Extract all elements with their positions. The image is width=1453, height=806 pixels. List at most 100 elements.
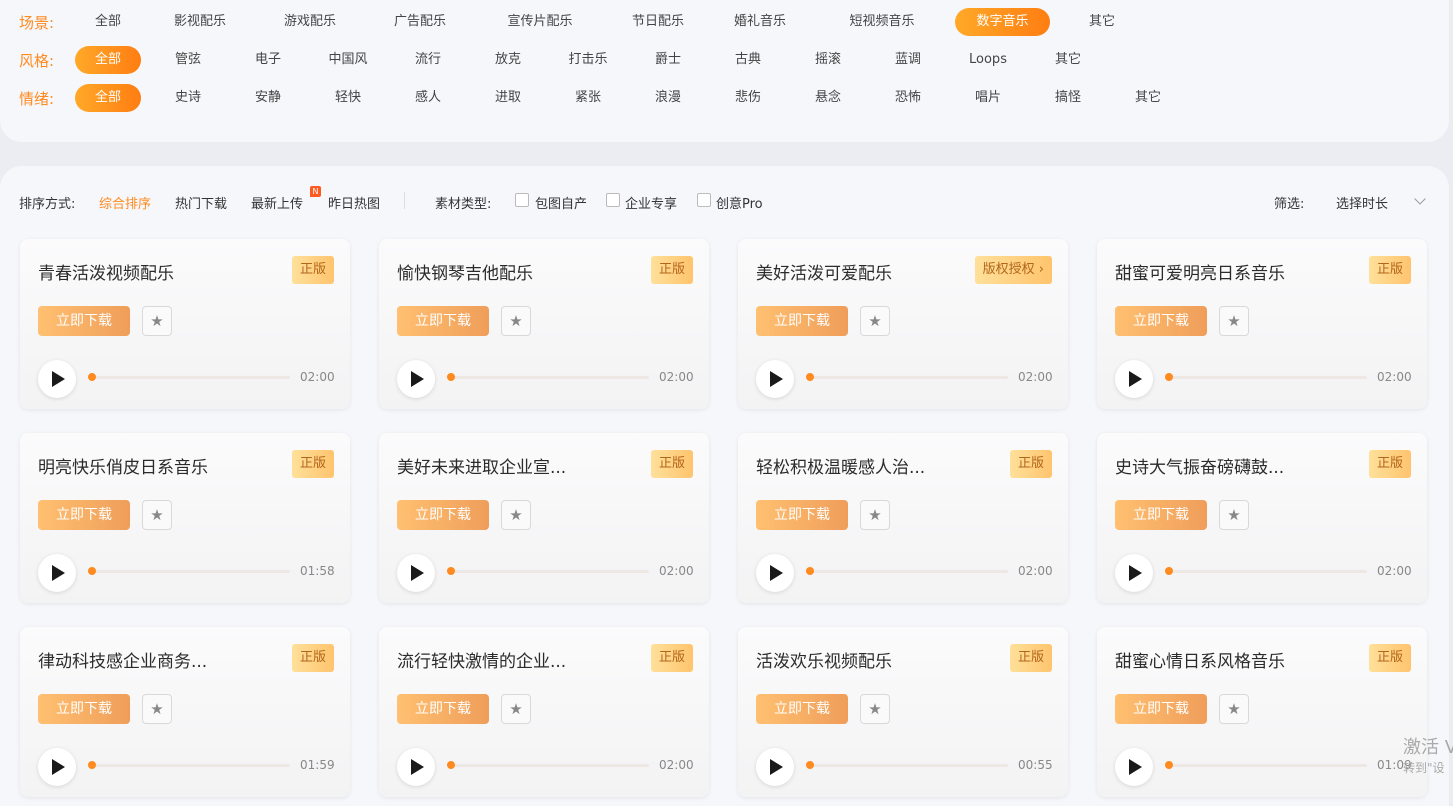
filter-option-scene-7[interactable]: 短视频音乐 bbox=[827, 8, 937, 36]
music-card[interactable]: 愉快钢琴吉他配乐 正版 立即下载 ★ 02:00 bbox=[379, 239, 709, 409]
play-button[interactable] bbox=[38, 748, 76, 786]
play-button[interactable] bbox=[756, 554, 794, 592]
card-title[interactable]: 律动科技感企业商务... bbox=[38, 647, 278, 672]
play-button[interactable] bbox=[1115, 360, 1153, 398]
sort-latest-upload[interactable]: 最新上传 bbox=[251, 193, 303, 212]
filter-option-mood-8[interactable]: 悲伤 bbox=[715, 84, 781, 112]
progress-handle[interactable] bbox=[447, 567, 455, 575]
play-button[interactable] bbox=[1115, 554, 1153, 592]
progress-handle[interactable] bbox=[806, 567, 814, 575]
card-title[interactable]: 史诗大气振奋磅礴鼓... bbox=[1115, 453, 1355, 478]
favorite-button[interactable]: ★ bbox=[1219, 306, 1249, 336]
play-button[interactable] bbox=[397, 748, 435, 786]
filter-option-style-9[interactable]: 摇滚 bbox=[795, 46, 861, 74]
filter-option-mood-2[interactable]: 安静 bbox=[235, 84, 301, 112]
favorite-button[interactable]: ★ bbox=[142, 694, 172, 724]
play-button[interactable] bbox=[397, 360, 435, 398]
play-button[interactable] bbox=[756, 748, 794, 786]
card-title[interactable]: 轻松积极温暖感人治... bbox=[756, 453, 996, 478]
filter-option-mood-3[interactable]: 轻快 bbox=[315, 84, 381, 112]
filter-option-scene-8[interactable]: 数字音乐 bbox=[955, 8, 1050, 36]
filter-option-style-5[interactable]: 放克 bbox=[475, 46, 541, 74]
filter-option-scene-6[interactable]: 婚礼音乐 bbox=[715, 8, 805, 36]
progress-handle[interactable] bbox=[806, 761, 814, 769]
checkbox-pro[interactable] bbox=[697, 193, 711, 207]
progress-track[interactable] bbox=[90, 570, 290, 573]
filter-option-style-11[interactable]: Loops bbox=[955, 46, 1021, 74]
card-title[interactable]: 明亮快乐俏皮日系音乐 bbox=[38, 453, 278, 478]
progress-handle[interactable] bbox=[447, 761, 455, 769]
play-button[interactable] bbox=[1115, 748, 1153, 786]
filter-option-scene-3[interactable]: 广告配乐 bbox=[375, 8, 465, 36]
progress-track[interactable] bbox=[90, 764, 290, 767]
card-title[interactable]: 甜蜜心情日系风格音乐 bbox=[1115, 647, 1355, 672]
play-button[interactable] bbox=[38, 554, 76, 592]
filter-option-mood-11[interactable]: 唱片 bbox=[955, 84, 1021, 112]
music-card[interactable]: 明亮快乐俏皮日系音乐 正版 立即下载 ★ 01:58 bbox=[20, 433, 350, 603]
filter-option-scene-4[interactable]: 宣传片配乐 bbox=[485, 8, 595, 36]
sort-hot-downloads[interactable]: 热门下载 bbox=[175, 193, 227, 212]
sort-yesterday-hot[interactable]: 昨日热图 bbox=[328, 193, 380, 212]
license-badge[interactable]: 版权授权 › bbox=[974, 256, 1052, 284]
filter-option-scene-1[interactable]: 影视配乐 bbox=[155, 8, 245, 36]
filter-option-style-10[interactable]: 蓝调 bbox=[875, 46, 941, 74]
progress-handle[interactable] bbox=[88, 567, 96, 575]
card-title[interactable]: 流行轻快激情的企业... bbox=[397, 647, 637, 672]
filter-option-mood-12[interactable]: 搞怪 bbox=[1035, 84, 1101, 112]
filter-option-style-1[interactable]: 管弦 bbox=[155, 46, 221, 74]
music-card[interactable]: 流行轻快激情的企业... 正版 立即下载 ★ 02:00 bbox=[379, 627, 709, 797]
progress-track[interactable] bbox=[808, 570, 1008, 573]
music-card[interactable]: 史诗大气振奋磅礴鼓... 正版 立即下载 ★ 02:00 bbox=[1097, 433, 1427, 603]
progress-handle[interactable] bbox=[1165, 373, 1173, 381]
download-button[interactable]: 立即下载 bbox=[397, 306, 489, 336]
download-button[interactable]: 立即下载 bbox=[1115, 694, 1207, 724]
sort-comprehensive[interactable]: 综合排序 bbox=[99, 193, 151, 212]
download-button[interactable]: 立即下载 bbox=[38, 694, 130, 724]
filter-option-scene-0[interactable]: 全部 bbox=[75, 8, 141, 36]
filter-option-mood-0[interactable]: 全部 bbox=[75, 84, 141, 112]
progress-handle[interactable] bbox=[1165, 761, 1173, 769]
filter-option-scene-9[interactable]: 其它 bbox=[1072, 8, 1132, 36]
download-button[interactable]: 立即下载 bbox=[1115, 500, 1207, 530]
filter-option-style-0[interactable]: 全部 bbox=[75, 46, 141, 74]
card-title[interactable]: 甜蜜可爱明亮日系音乐 bbox=[1115, 259, 1355, 284]
filter-option-scene-5[interactable]: 节日配乐 bbox=[613, 8, 703, 36]
favorite-button[interactable]: ★ bbox=[1219, 694, 1249, 724]
download-button[interactable]: 立即下载 bbox=[756, 694, 848, 724]
progress-handle[interactable] bbox=[806, 373, 814, 381]
music-card[interactable]: 甜蜜心情日系风格音乐 正版 立即下载 ★ 01:09 bbox=[1097, 627, 1427, 797]
card-title[interactable]: 美好未来进取企业宣... bbox=[397, 453, 637, 478]
progress-track[interactable] bbox=[808, 764, 1008, 767]
filter-option-mood-7[interactable]: 浪漫 bbox=[635, 84, 701, 112]
progress-track[interactable] bbox=[449, 764, 649, 767]
play-button[interactable] bbox=[38, 360, 76, 398]
favorite-button[interactable]: ★ bbox=[142, 306, 172, 336]
favorite-button[interactable]: ★ bbox=[501, 306, 531, 336]
filter-option-mood-1[interactable]: 史诗 bbox=[155, 84, 221, 112]
filter-option-style-2[interactable]: 电子 bbox=[235, 46, 301, 74]
filter-option-mood-5[interactable]: 进取 bbox=[475, 84, 541, 112]
filter-option-mood-13[interactable]: 其它 bbox=[1115, 84, 1181, 112]
favorite-button[interactable]: ★ bbox=[1219, 500, 1249, 530]
favorite-button[interactable]: ★ bbox=[501, 694, 531, 724]
filter-option-mood-9[interactable]: 悬念 bbox=[795, 84, 861, 112]
play-button[interactable] bbox=[397, 554, 435, 592]
card-title[interactable]: 美好活泼可爱配乐 bbox=[756, 259, 996, 284]
progress-track[interactable] bbox=[808, 376, 1008, 379]
checkbox-baotu[interactable] bbox=[515, 193, 529, 207]
music-card[interactable]: 美好未来进取企业宣... 正版 立即下载 ★ 02:00 bbox=[379, 433, 709, 603]
download-button[interactable]: 立即下载 bbox=[38, 306, 130, 336]
card-title[interactable]: 青春活泼视频配乐 bbox=[38, 259, 278, 284]
download-button[interactable]: 立即下载 bbox=[397, 694, 489, 724]
filter-option-mood-6[interactable]: 紧张 bbox=[555, 84, 621, 112]
progress-track[interactable] bbox=[90, 376, 290, 379]
filter-option-scene-2[interactable]: 游戏配乐 bbox=[265, 8, 355, 36]
progress-handle[interactable] bbox=[88, 761, 96, 769]
download-button[interactable]: 立即下载 bbox=[756, 306, 848, 336]
favorite-button[interactable]: ★ bbox=[501, 500, 531, 530]
filter-option-mood-4[interactable]: 感人 bbox=[395, 84, 461, 112]
filter-option-mood-10[interactable]: 恐怖 bbox=[875, 84, 941, 112]
progress-track[interactable] bbox=[449, 570, 649, 573]
progress-track[interactable] bbox=[1167, 376, 1367, 379]
progress-handle[interactable] bbox=[447, 373, 455, 381]
